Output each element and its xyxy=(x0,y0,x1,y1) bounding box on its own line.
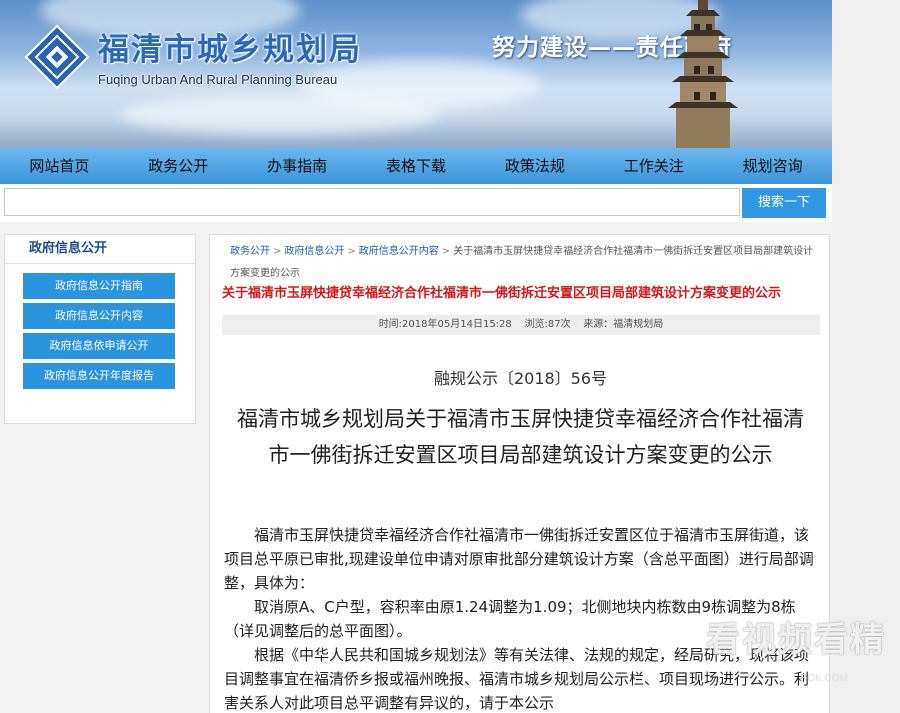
site-title: 福清市城乡规划局 xyxy=(98,32,362,68)
meta-time: 时间:2018年05月14日15:28 xyxy=(378,319,512,330)
pagoda-image xyxy=(668,0,738,148)
document-title: 福清市城乡规划局关于福清市玉屏快捷贷幸福经济合作社福清市一佛街拆迁安置区项目局部… xyxy=(237,407,804,467)
left-item-annual-report[interactable]: 政府信息公开年度报告 xyxy=(23,363,175,389)
nav-item-home[interactable]: 网站首页 xyxy=(0,148,119,184)
breadcrumb: 政务公开 > 政府信息公开 > 政府信息公开内容 > 关于福清市玉屏快捷贷幸福经济合作社福清… xyxy=(230,246,814,279)
search-button[interactable]: 搜索一下 xyxy=(742,188,826,218)
site-title-english: Fuqing Urban And Rural Planning Bureau xyxy=(98,72,338,87)
watermark-sub: ROK.COM xyxy=(800,673,848,684)
left-item-guide[interactable]: 政府信息公开指南 xyxy=(23,273,175,299)
paragraph: 福清市玉屏快捷贷幸福经济合作社福清市一佛街拆迁安置区位于福清市玉屏街道，该项目总… xyxy=(224,526,814,592)
article-heading: 关于福清市玉屏快捷贷幸福经济合作社福清市一佛街拆迁安置区项目局部建筑设计方案变更… xyxy=(222,286,782,301)
article-meta: 时间:2018年05月14日15:28 浏览:87次 来源：福清规划局 xyxy=(222,315,820,335)
left-item-content[interactable]: 政府信息公开内容 xyxy=(23,303,175,329)
left-item-application[interactable]: 政府信息依申请公开 xyxy=(23,333,175,359)
breadcrumb-link-info[interactable]: 政府信息公开 xyxy=(284,246,344,257)
nav-item-government-affairs[interactable]: 政务公开 xyxy=(119,148,238,184)
nav-item-service-guide[interactable]: 办事指南 xyxy=(238,148,357,184)
header-banner: 福清市城乡规划局 Fuqing Urban And Rural Planning… xyxy=(0,0,832,148)
page-margin-right xyxy=(832,0,900,713)
left-panel-heading: 政府信息公开 xyxy=(5,235,195,264)
meta-views: 浏览:87次 xyxy=(524,319,571,330)
breadcrumb-link-content[interactable]: 政府信息公开内容 xyxy=(359,246,439,257)
bureau-logo-icon xyxy=(24,24,90,90)
nav-item-policy[interactable]: 政策法规 xyxy=(475,148,594,184)
document-number: 融规公示〔2018〕56号 xyxy=(433,369,608,388)
nav-item-planning-consult[interactable]: 规划咨询 xyxy=(713,148,832,184)
watermark: 看视频看精 xyxy=(706,620,886,660)
main-nav: 网站首页 政务公开 办事指南 表格下载 政策法规 工作关注 规划咨询 xyxy=(0,148,832,184)
breadcrumb-link-affairs[interactable]: 政务公开 xyxy=(230,246,270,257)
meta-source: 来源：福清规划局 xyxy=(583,319,664,330)
nav-item-work-focus[interactable]: 工作关注 xyxy=(594,148,713,184)
search-bar: 搜索一下 xyxy=(0,184,832,222)
nav-item-form-download[interactable]: 表格下载 xyxy=(357,148,476,184)
search-input[interactable] xyxy=(4,188,740,216)
left-panel: 政府信息公开 政府信息公开指南 政府信息公开内容 政府信息依申请公开 政府信息公… xyxy=(4,234,196,424)
